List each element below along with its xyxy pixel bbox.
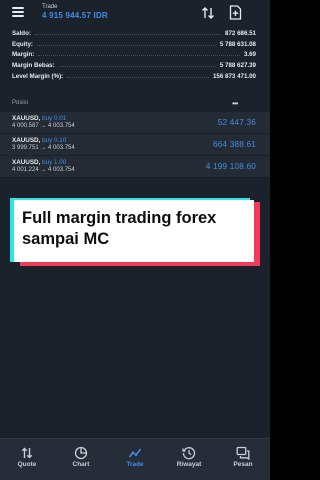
nav-label: Trade: [126, 461, 144, 468]
caption-banner: Full margin trading forex sampai MC: [10, 198, 260, 266]
nav-item-messages[interactable]: Pesan: [216, 439, 270, 480]
position-direction: buy 0.10: [42, 137, 67, 144]
summary-label: Margin Bebas:: [12, 62, 55, 70]
positions-list: XAUUSD, buy 0.01 4 000.587 → 4 003.754 5…: [0, 112, 270, 178]
banner-text: Full margin trading forex sampai MC: [22, 209, 217, 248]
hamburger-menu-icon[interactable]: [12, 7, 24, 17]
app-screen: Trade 4 915 944.57 IDR Saldo: 872 686.51…: [0, 0, 270, 480]
dotted-leader: [67, 77, 209, 79]
position-row[interactable]: XAUUSD, buy 1.00 4 001.224 → 4 003.754 4…: [0, 156, 270, 178]
position-prices: 3 999.751 → 4 003.754: [12, 145, 75, 151]
summary-label: Level Margin (%):: [12, 73, 64, 81]
dotted-leader: [38, 55, 240, 57]
nav-label: Riwayat: [176, 461, 202, 468]
chart-icon: [74, 446, 88, 460]
nav-item-quote[interactable]: Quote: [0, 439, 54, 480]
positions-title: Posisi: [12, 100, 29, 106]
trade-line-icon: [128, 448, 142, 458]
summary-row-margin-level: Level Margin (%): 156 873 471.00: [0, 71, 270, 82]
position-prices: 4 001.224 → 4 003.754: [12, 167, 75, 173]
summary-row-saldo: Saldo: 872 686.51: [0, 28, 270, 39]
summary-value: 872 686.51: [225, 29, 256, 37]
nav-item-trade[interactable]: Trade: [108, 439, 162, 480]
position-symbol-line: XAUUSD, buy 0.10: [12, 137, 66, 144]
position-profit: 664 388.61: [213, 140, 256, 149]
summary-value: 156 873 471.00: [212, 73, 256, 81]
position-direction: buy 0.01: [42, 115, 67, 122]
nav-item-history[interactable]: Riwayat: [162, 439, 216, 480]
header-balance: 4 915 944.57 IDR: [42, 11, 108, 20]
messages-icon: [236, 446, 250, 460]
summary-value: 3.69: [243, 51, 256, 59]
position-direction: buy 1.00: [42, 159, 67, 166]
position-profit: 52 447.36: [217, 118, 256, 127]
summary-label: Saldo:: [12, 29, 31, 37]
position-symbol: XAUUSD,: [12, 137, 41, 144]
more-options-icon[interactable]: •••: [232, 99, 238, 108]
nav-item-chart[interactable]: Chart: [54, 439, 108, 480]
summary-value: 5 788 627.39: [219, 62, 256, 70]
nav-label: Quote: [17, 461, 37, 468]
positions-header: Posisi •••: [0, 97, 270, 111]
summary-label: Equity:: [12, 40, 33, 48]
history-icon: [182, 447, 196, 460]
bottom-navigation: Quote Chart Trade Riwayat Pesan: [0, 438, 270, 480]
nav-label: Chart: [72, 461, 90, 468]
sort-icon[interactable]: [201, 6, 215, 20]
summary-value: 5 788 631.08: [219, 40, 256, 48]
summary-row-margin: Margin: 3.69: [0, 50, 270, 61]
dotted-leader: [36, 44, 216, 46]
position-row[interactable]: XAUUSD, buy 0.01 4 000.587 → 4 003.754 5…: [0, 112, 270, 134]
position-prices: 4 000.587 → 4 003.754: [12, 123, 75, 129]
top-bar: Trade 4 915 944.57 IDR: [0, 0, 270, 26]
quote-arrows-icon: [21, 447, 33, 459]
position-row[interactable]: XAUUSD, buy 0.10 3 999.751 → 4 003.754 6…: [0, 134, 270, 156]
dotted-leader: [34, 33, 222, 35]
position-symbol-line: XAUUSD, buy 0.01: [12, 115, 66, 122]
page-title: Trade: [42, 4, 58, 10]
position-symbol-line: XAUUSD, buy 1.00: [12, 159, 66, 166]
summary-label: Margin:: [12, 51, 35, 59]
nav-label: Pesan: [233, 461, 253, 468]
position-symbol: XAUUSD,: [12, 159, 41, 166]
summary-row-equity: Equity: 5 788 631.08: [0, 39, 270, 50]
dotted-leader: [58, 66, 216, 68]
position-profit: 4 199 108.60: [205, 162, 256, 171]
banner-card: Full margin trading forex sampai MC: [14, 200, 254, 262]
account-summary: Saldo: 872 686.51 Equity: 5 788 631.08 M…: [0, 28, 270, 82]
position-symbol: XAUUSD,: [12, 115, 41, 122]
new-order-icon[interactable]: [229, 5, 242, 20]
summary-row-free-margin: Margin Bebas: 5 788 627.39: [0, 60, 270, 71]
